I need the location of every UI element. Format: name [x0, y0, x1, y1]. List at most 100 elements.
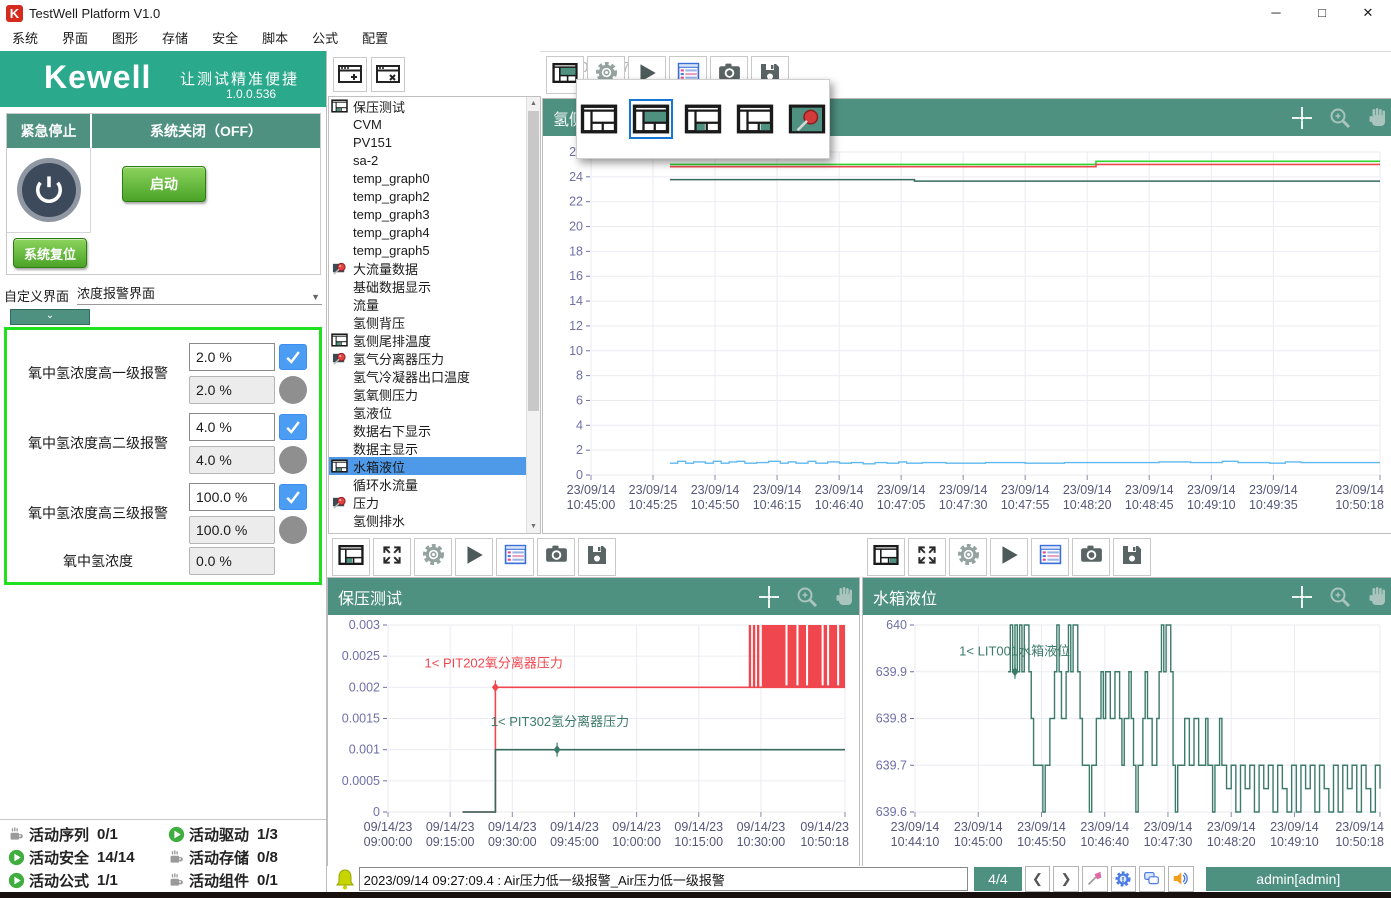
custom-ui-dropdown[interactable]: 浓度报警界面 ▼ — [77, 283, 322, 305]
list-item-流量[interactable]: 流量 — [329, 295, 540, 313]
list-item-temp_graph2[interactable]: temp_graph2 — [329, 187, 540, 205]
alarm-config-button[interactable]: ! — [1111, 866, 1137, 892]
tank-table-button[interactable] — [1031, 538, 1069, 576]
layout-option-pin[interactable] — [785, 99, 829, 139]
scroll-thumb[interactable] — [528, 111, 539, 411]
list-item-sa-2[interactable]: sa-2 — [329, 151, 540, 169]
scroll-up-icon[interactable]: ▲ — [527, 97, 540, 110]
bp-expand-button[interactable] — [373, 538, 411, 576]
start-button[interactable]: 启动 — [122, 166, 206, 202]
collapse-tab[interactable]: ⌄ — [10, 309, 90, 325]
menu-item-2[interactable]: 界面 — [50, 26, 100, 51]
svg-text:10:49:35: 10:49:35 — [1249, 498, 1298, 512]
tank-save-button[interactable] — [1113, 538, 1151, 576]
window-close-button[interactable] — [371, 57, 405, 92]
camera-icon — [1079, 542, 1104, 572]
list-item-temp_graph5[interactable]: temp_graph5 — [329, 241, 540, 259]
speaker-icon — [1172, 870, 1190, 888]
svg-text:23/09/14: 23/09/14 — [815, 483, 864, 497]
list-item-大流量数据[interactable]: 大流量数据 — [329, 259, 540, 277]
alarm-setpoint-input[interactable]: 100.0 % — [189, 483, 275, 511]
alarm-message[interactable]: 2023/09/14 09:27:09.4 : Air压力低一级报警_Air压力… — [359, 867, 969, 891]
maximize-button[interactable]: □ — [1299, 0, 1345, 26]
list-item-基础数据显示[interactable]: 基础数据显示 — [329, 277, 540, 295]
bp-chart-toolbar — [332, 538, 616, 576]
layout-option-top[interactable] — [629, 99, 673, 139]
list-item-氢液位[interactable]: 氢液位 — [329, 403, 540, 421]
menu-item-7[interactable]: 公式 — [300, 26, 350, 51]
message-button[interactable] — [1139, 866, 1165, 892]
list-item-temp_graph3[interactable]: temp_graph3 — [329, 205, 540, 223]
list-item-氢侧尾排温度[interactable]: 氢侧尾排温度 — [329, 331, 540, 349]
tank-expand-button[interactable] — [908, 538, 946, 576]
crosshair-icon[interactable] — [757, 585, 781, 609]
broom-button[interactable] — [1082, 866, 1108, 892]
tank-play-button[interactable] — [990, 538, 1028, 576]
hand-icon[interactable] — [833, 585, 857, 609]
bp-chart[interactable]: 00.00050.0010.00150.0020.00250.00309/14/… — [328, 615, 857, 864]
bp-save-button[interactable] — [578, 538, 616, 576]
list-item-保压测试[interactable]: 保压测试 — [329, 97, 540, 115]
menu-item-4[interactable]: 存储 — [150, 26, 200, 51]
alarm-setpoint-input[interactable]: 4.0 % — [189, 413, 275, 441]
bp-gear-button[interactable] — [414, 538, 452, 576]
list-item-数据右下显示[interactable]: 数据右下显示 — [329, 421, 540, 439]
hand-icon[interactable] — [1366, 585, 1390, 609]
bp-layout-bl-button[interactable] — [332, 538, 370, 576]
list-item-氢侧背压[interactable]: 氢侧背压 — [329, 313, 540, 331]
list-item-氢气分离器压力[interactable]: 氢气分离器压力 — [329, 349, 540, 367]
prev-page-button[interactable]: ❮ — [1025, 866, 1051, 892]
system-reset-button[interactable]: 系统复位 — [13, 238, 87, 268]
next-page-button[interactable]: ❯ — [1053, 866, 1079, 892]
crosshair-icon[interactable] — [1290, 585, 1314, 609]
zoom-icon[interactable] — [1328, 585, 1352, 609]
tank-gear-button[interactable] — [949, 538, 987, 576]
bp-table-button[interactable] — [496, 538, 534, 576]
bp-camera-button[interactable] — [537, 538, 575, 576]
window-add-button[interactable] — [333, 57, 367, 92]
tank-layout-br-button[interactable] — [867, 538, 905, 576]
emergency-stop-button[interactable] — [17, 158, 81, 222]
main-chart[interactable]: 0246810121416182022242623/09/1410:45:002… — [543, 136, 1390, 531]
alarm-enable-checkbox[interactable] — [279, 484, 307, 510]
list-item-水箱液位[interactable]: 水箱液位 — [329, 457, 540, 475]
list-item-PV151[interactable]: PV151 — [329, 133, 540, 151]
list-item-数据主显示[interactable]: 数据主显示 — [329, 439, 540, 457]
current-user[interactable]: admin[admin] — [1206, 867, 1391, 891]
hand-icon[interactable] — [1366, 106, 1390, 130]
bp-play-button[interactable] — [455, 538, 493, 576]
layout-option-plain[interactable] — [577, 99, 621, 139]
menu-item-8[interactable]: 配置 — [350, 26, 400, 51]
svg-text:23/09/14: 23/09/14 — [1270, 820, 1319, 834]
list-item-氢氧侧压力[interactable]: 氢氧侧压力 — [329, 385, 540, 403]
alarm-setpoint-input[interactable]: 2.0 % — [189, 343, 275, 371]
list-item-temp_graph4[interactable]: temp_graph4 — [329, 223, 540, 241]
list-scrollbar[interactable]: ▲ ▼ — [526, 97, 540, 533]
sound-button[interactable] — [1168, 866, 1194, 892]
menu-item-1[interactable]: 系统 — [0, 26, 50, 51]
list-item-压力[interactable]: 压力 — [329, 493, 540, 511]
list-item-氢侧排水[interactable]: 氢侧排水 — [329, 511, 540, 529]
layout-option-bl[interactable] — [681, 99, 725, 139]
layout-option-br[interactable] — [733, 99, 777, 139]
list-item-temp_graph0[interactable]: temp_graph0 — [329, 169, 540, 187]
tank-chart[interactable]: 639.6639.7639.8639.964023/09/1410:44:102… — [863, 615, 1390, 864]
activity-label: 活动安全 — [29, 847, 89, 868]
svg-text:4: 4 — [576, 418, 583, 432]
menu-item-5[interactable]: 安全 — [200, 26, 250, 51]
alarm-enable-checkbox[interactable] — [279, 344, 307, 370]
zoom-icon[interactable] — [1328, 106, 1352, 130]
menu-item-3[interactable]: 图形 — [100, 26, 150, 51]
crosshair-icon[interactable] — [1290, 106, 1314, 130]
tank-camera-button[interactable] — [1072, 538, 1110, 576]
list-item-CVM[interactable]: CVM — [329, 115, 540, 133]
menu-item-6[interactable]: 脚本 — [250, 26, 300, 51]
scroll-down-icon[interactable]: ▼ — [527, 520, 540, 533]
list-item-循环水流量[interactable]: 循环水流量 — [329, 475, 540, 493]
zoom-icon[interactable] — [795, 585, 819, 609]
alarm-enable-checkbox[interactable] — [279, 414, 307, 440]
activity-活动存储: 活动存储 0/8 — [160, 846, 320, 869]
minimize-button[interactable]: ─ — [1253, 0, 1299, 26]
close-button[interactable]: ✕ — [1345, 0, 1391, 26]
list-item-氢气冷凝器出口温度[interactable]: 氢气冷凝器出口温度 — [329, 367, 540, 385]
